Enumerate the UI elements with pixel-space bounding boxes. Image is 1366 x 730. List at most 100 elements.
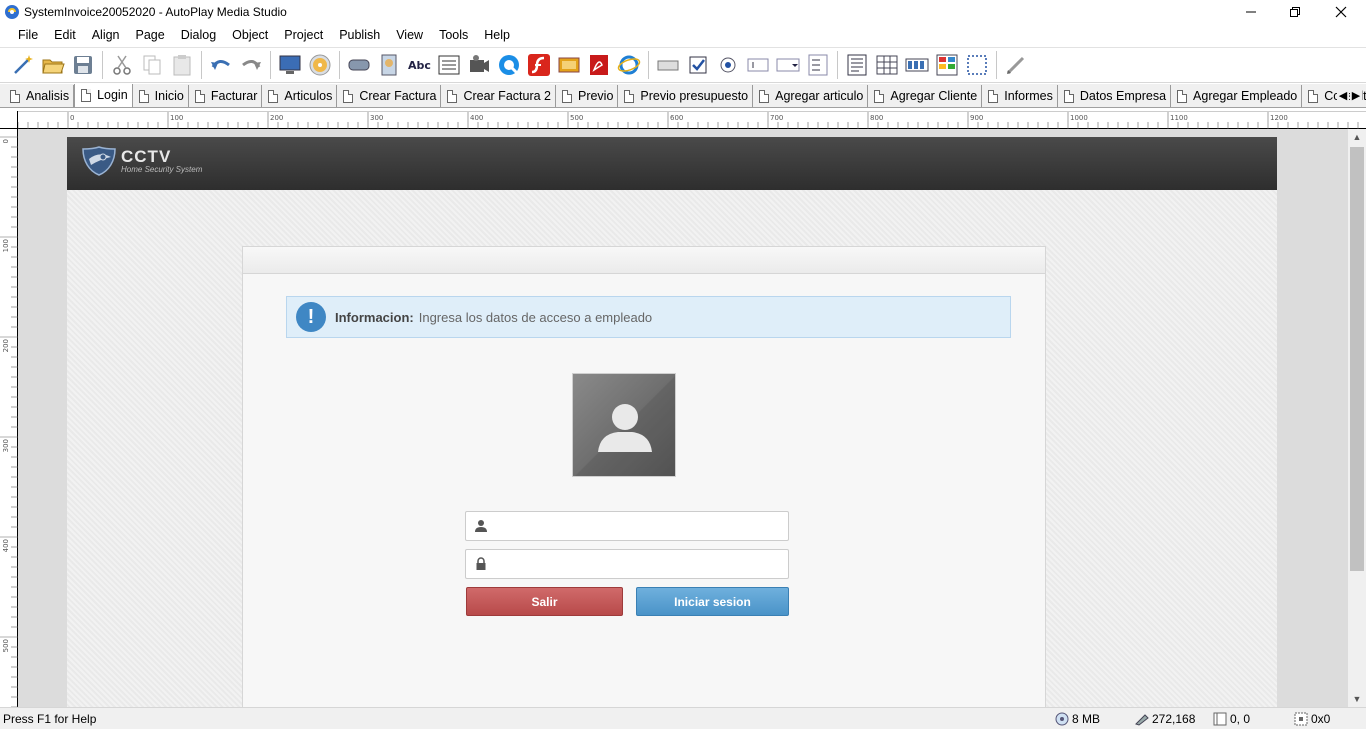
tab-crear-factura-2[interactable]: Crear Factura 2 xyxy=(441,85,556,107)
video-object-button[interactable] xyxy=(464,50,494,80)
tab-analisis[interactable]: Analisis xyxy=(4,85,75,107)
menu-view[interactable]: View xyxy=(388,24,431,46)
tab-agregar-empleado[interactable]: Agregar Empleado xyxy=(1171,85,1303,107)
menu-project[interactable]: Project xyxy=(276,24,331,46)
password-field[interactable] xyxy=(465,549,789,579)
paste-button[interactable] xyxy=(167,50,197,80)
pencil-button[interactable] xyxy=(1001,50,1031,80)
video-object-icon xyxy=(470,55,489,72)
web-object-button[interactable] xyxy=(614,50,644,80)
design-canvas[interactable]: CCTV Home Security System ! Informacion:… xyxy=(18,129,1348,707)
tab-datos-empresa[interactable]: Datos Empresa xyxy=(1058,85,1172,107)
vertical-ruler[interactable]: 0 100 200 300 400 500 xyxy=(0,129,18,707)
tab-articulos[interactable]: Articulos xyxy=(262,85,338,107)
hotspot-object-button[interactable] xyxy=(962,50,992,80)
tab-agregar-articulo[interactable]: Agregar articulo xyxy=(753,85,869,107)
username-input[interactable] xyxy=(495,513,788,539)
radio-object-button[interactable] xyxy=(713,50,743,80)
preview-icon xyxy=(279,55,301,74)
checkbox-object-button[interactable] xyxy=(683,50,713,80)
scroll-down-button[interactable]: ▼ xyxy=(1348,691,1366,707)
user-avatar xyxy=(572,373,676,477)
vertical-scrollbar[interactable]: ▲ ▼ xyxy=(1348,129,1366,707)
cut-button[interactable] xyxy=(107,50,137,80)
menu-publish[interactable]: Publish xyxy=(331,24,388,46)
tab-previo-presupuesto[interactable]: Previo presupuesto xyxy=(618,85,754,107)
scroll-up-button[interactable]: ▲ xyxy=(1348,129,1366,145)
memory-icon xyxy=(1055,712,1069,726)
password-input[interactable] xyxy=(495,551,788,577)
menu-tools[interactable]: Tools xyxy=(431,24,476,46)
copy-button[interactable] xyxy=(137,50,167,80)
redo-button[interactable] xyxy=(236,50,266,80)
horizontal-ruler[interactable]: 0 100 200 300 400 500 600 700 800 900 1000 1100 1200 xyxy=(18,111,1366,129)
tab-previo[interactable]: Previo xyxy=(556,85,619,107)
input-object-icon xyxy=(657,60,679,71)
xbutton-object-button[interactable] xyxy=(932,50,962,80)
menu-file[interactable]: File xyxy=(10,24,46,46)
label-object-button[interactable]: Abc xyxy=(404,50,434,80)
wand-button[interactable] xyxy=(8,50,38,80)
app-header[interactable]: CCTV Home Security System xyxy=(67,137,1277,190)
tab-login[interactable]: Login xyxy=(74,84,133,107)
tree-object-button[interactable] xyxy=(743,50,773,80)
scrollbar-thumb[interactable] xyxy=(1350,147,1364,571)
user-icon xyxy=(473,518,489,534)
tab-informes[interactable]: Informes xyxy=(982,85,1058,107)
flash-object-button[interactable] xyxy=(524,50,554,80)
button-object-button[interactable] xyxy=(344,50,374,80)
status-size: 0x0 xyxy=(1294,708,1330,730)
tab-scroll-left-button[interactable]: ◀ xyxy=(1337,86,1349,106)
tab-agregar-cliente[interactable]: Agregar Cliente xyxy=(868,85,983,107)
save-button[interactable] xyxy=(68,50,98,80)
tab-scroll-right-button[interactable]: ▶ xyxy=(1350,86,1362,106)
undo-icon xyxy=(211,60,230,70)
input-object-button[interactable] xyxy=(653,50,683,80)
page-icon xyxy=(988,89,999,103)
login-button[interactable]: Iniciar sesion xyxy=(636,587,789,616)
combobox-object-button[interactable] xyxy=(773,50,803,80)
menu-edit[interactable]: Edit xyxy=(46,24,84,46)
grid-object-icon xyxy=(876,55,898,75)
tab-inicio[interactable]: Inicio xyxy=(133,85,189,107)
slideshow-object-button[interactable] xyxy=(554,50,584,80)
maximize-button[interactable] xyxy=(1272,0,1318,24)
menu-align[interactable]: Align xyxy=(84,24,128,46)
close-button[interactable] xyxy=(1318,0,1364,24)
pdf-object-button[interactable] xyxy=(584,50,614,80)
grid-object-button[interactable] xyxy=(872,50,902,80)
ruler-label: 400 xyxy=(2,539,10,552)
page-icon xyxy=(1177,89,1188,103)
publish-button[interactable] xyxy=(305,50,335,80)
info-message: Ingresa los datos de acceso a empleado xyxy=(418,309,653,325)
undo-button[interactable] xyxy=(206,50,236,80)
tab-facturar[interactable]: Facturar xyxy=(189,85,263,107)
slideshow-object-icon xyxy=(558,57,580,73)
ruler-label: 0 xyxy=(2,139,10,143)
open-button[interactable] xyxy=(38,50,68,80)
lock-icon xyxy=(473,556,489,572)
ruler-label: 0 xyxy=(70,114,74,122)
menu-dialog[interactable]: Dialog xyxy=(173,24,224,46)
richtext-object-button[interactable] xyxy=(842,50,872,80)
ruler-label: 900 xyxy=(970,114,983,122)
chevron-up-icon: ▲ xyxy=(1352,132,1362,142)
menu-object[interactable]: Object xyxy=(224,24,276,46)
quicktime-object-button[interactable] xyxy=(494,50,524,80)
button-object-icon xyxy=(348,59,370,71)
image-object-button[interactable] xyxy=(374,50,404,80)
menu-help[interactable]: Help xyxy=(476,24,518,46)
ruler-label: 1000 xyxy=(1070,114,1088,122)
progress-object-button[interactable] xyxy=(902,50,932,80)
minimize-button[interactable] xyxy=(1228,0,1274,24)
preview-button[interactable] xyxy=(275,50,305,80)
listbox-object-button[interactable] xyxy=(803,50,833,80)
chevron-left-icon: ◀ xyxy=(1338,90,1348,102)
exit-button[interactable]: Salir xyxy=(466,587,623,616)
tab-crear-factura[interactable]: Crear Factura xyxy=(337,85,442,107)
status-cursor: 272,168 xyxy=(1135,708,1195,730)
username-field[interactable] xyxy=(465,511,789,541)
page-login[interactable]: CCTV Home Security System ! Informacion:… xyxy=(67,137,1277,707)
menu-page[interactable]: Page xyxy=(128,24,173,46)
paragraph-object-button[interactable] xyxy=(434,50,464,80)
